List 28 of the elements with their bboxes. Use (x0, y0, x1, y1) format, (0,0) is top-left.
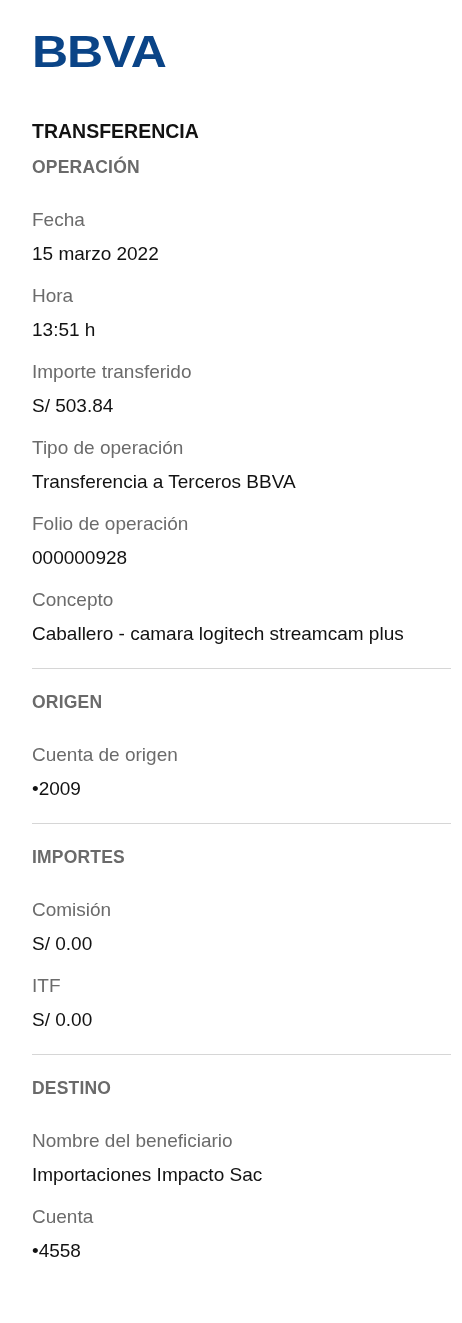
field-label: Folio de operación (32, 512, 190, 536)
field-label: Comisión (32, 898, 113, 922)
field-value: S/ 0.00 (32, 932, 94, 956)
field-label: Tipo de operación (32, 436, 185, 460)
field-value: S/ 503.84 (32, 394, 115, 418)
section-header: ORIGEN (32, 691, 104, 714)
field-label: Concepto (32, 588, 115, 612)
field-value: •4558 (32, 1239, 82, 1263)
field-value: 13:51 h (32, 318, 97, 342)
receipt-title: TRANSFERENCIA (32, 119, 200, 144)
section-header: DESTINO (32, 1077, 113, 1100)
field-label: Hora (32, 284, 75, 308)
section-header: OPERACIÓN (32, 155, 141, 179)
field-label: Nombre del beneficiario (32, 1129, 234, 1153)
field-label: Fecha (32, 208, 86, 232)
field-value: Caballero - camara logitech streamcam plus (32, 622, 405, 646)
section-header: IMPORTES (32, 846, 126, 869)
field-label: Cuenta de origen (32, 743, 179, 767)
field-label: Cuenta (32, 1205, 95, 1229)
field-label: Importe transferido (32, 360, 193, 384)
field-value: S/ 0.00 (32, 1008, 94, 1032)
field-value: Transferencia a Terceros BBVA (32, 470, 297, 494)
field-value: Importaciones Impacto Sac (32, 1163, 264, 1187)
bank-logo: BBVA (32, 28, 166, 76)
field-label: ITF (32, 974, 62, 998)
field-value: 15 marzo 2022 (32, 242, 160, 266)
field-value: 000000928 (32, 546, 129, 570)
field-value: •2009 (32, 777, 82, 801)
